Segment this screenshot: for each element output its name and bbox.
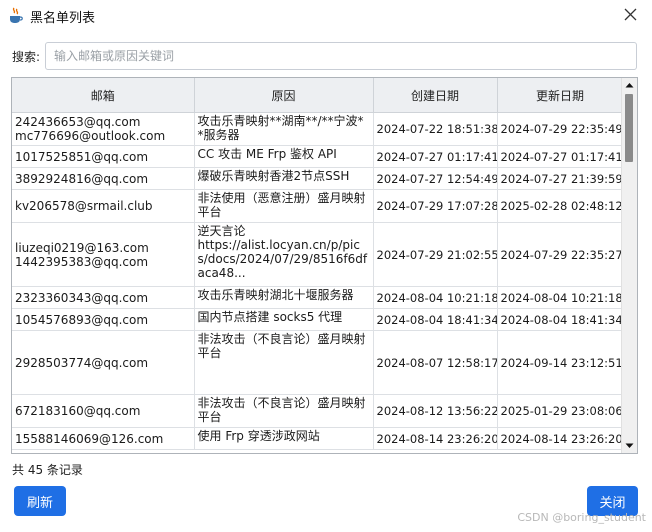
table-row[interactable]: kv206578@srmail.club 非法使用（恶意注册）盛月映射平台 2024… <box>12 189 624 223</box>
record-count: 共 45 条记录 <box>12 463 83 477</box>
close-window-button[interactable] <box>616 2 646 28</box>
scroll-down-arrow-icon[interactable] <box>622 438 637 453</box>
cell-updated-date: 2024-07-27 01:17:41 <box>497 145 624 168</box>
window-title: 黑名单列表 <box>30 11 96 26</box>
cell-reason: 使用 Frp 穿透涉政网站 <box>194 427 374 450</box>
search-label: 搜索: <box>12 50 41 64</box>
table-row[interactable]: 672183160@qq.com 非法攻击（不良言论）盛月映射平台 2024-08-… <box>12 394 624 428</box>
email-text: 15588146069@126.com <box>15 431 164 446</box>
column-header-created[interactable]: 创建日期 <box>373 78 498 113</box>
cell-email: 242436653@qq.com mc776696@outlook.com <box>12 112 195 146</box>
cell-created-date: 2024-07-27 12:54:49 <box>373 167 498 190</box>
watermark: CSDN @boring_student <box>517 511 646 524</box>
vertical-scrollbar[interactable] <box>621 78 637 453</box>
table-row[interactable]: 1054576893@qq.com 国内节点搭建 socks5 代理 2024-08… <box>12 308 624 331</box>
reason-text: 逆天言论 https://alist.locyan.cn/p/pics/docs… <box>197 224 368 280</box>
table-row[interactable]: 15588146069@126.com 使用 Frp 穿透涉政网站 2024-08-… <box>12 427 624 450</box>
cell-created-date: 2024-07-27 01:17:41 <box>373 145 498 168</box>
cell-reason: 国内节点搭建 socks5 代理 <box>194 308 374 331</box>
cell-email: liuzeqi0219@163.com 1442395383@qq.com <box>12 222 195 287</box>
blacklist-grid: 邮箱 原因 创建日期 更新日期 242436653@qq.com mc776696… <box>12 78 624 450</box>
cell-email: kv206578@srmail.club <box>12 189 195 223</box>
email-text: liuzeqi0219@163.com <box>15 240 149 255</box>
column-header-reason[interactable]: 原因 <box>194 78 374 113</box>
email-text: kv206578@srmail.club <box>15 199 153 213</box>
reason-text: 非法攻击（不良言论）盛月映射平台 <box>197 396 366 424</box>
table-row[interactable]: liuzeqi0219@163.com 1442395383@qq.com 逆天言论… <box>12 222 624 287</box>
cell-created-date: 2024-07-29 21:02:55 <box>373 222 498 287</box>
reason-text: 爆破乐青映射香港2节点SSH <box>197 169 350 183</box>
email-text: mc776696@outlook.com <box>15 129 166 143</box>
title-bar: 黑名单列表 <box>0 0 652 32</box>
scroll-up-arrow-icon[interactable] <box>622 78 637 93</box>
close-icon <box>624 8 637 21</box>
reason-text: CC 攻击 ME Frp 鉴权 API <box>197 147 337 161</box>
cell-updated-date: 2024-08-04 18:41:34 <box>497 308 624 331</box>
cell-reason: 非法使用（恶意注册）盛月映射平台 <box>194 189 374 223</box>
cell-created-date: 2024-07-22 18:51:38 <box>373 112 498 146</box>
cell-reason: CC 攻击 ME Frp 鉴权 API <box>194 145 374 168</box>
email-text: 3892924816@qq.com <box>15 171 149 186</box>
reason-text: 国内节点搭建 socks5 代理 <box>197 310 343 324</box>
table-row[interactable]: 2928503774@qq.com 非法攻击（不良言论）盛月映射平台 2024-08… <box>12 330 624 395</box>
cell-created-date: 2024-08-14 23:26:20 <box>373 427 498 450</box>
table-row[interactable]: 2323360343@qq.com 攻击乐青映射湖北十堰服务器 2024-08-04… <box>12 286 624 309</box>
cell-created-date: 2024-07-29 17:07:28 <box>373 189 498 223</box>
cell-updated-date: 2024-07-27 21:39:59 <box>497 167 624 190</box>
refresh-button[interactable]: 刷新 <box>14 486 66 516</box>
cell-reason: 爆破乐青映射香港2节点SSH <box>194 167 374 190</box>
cell-email: 1054576893@qq.com <box>12 308 195 331</box>
cell-updated-date: 2024-08-04 10:21:18 <box>497 286 624 309</box>
cell-created-date: 2024-08-04 10:21:18 <box>373 286 498 309</box>
column-header-email[interactable]: 邮箱 <box>12 78 195 113</box>
cell-created-date: 2024-08-07 12:58:17 <box>373 330 498 395</box>
email-text: 672183160@qq.com <box>15 404 141 418</box>
cell-email: 2323360343@qq.com <box>12 286 195 309</box>
cell-reason: 攻击乐青映射**湖南**/**宁波**服务器 <box>194 112 374 146</box>
cell-email: 672183160@qq.com <box>12 394 195 428</box>
cell-updated-date: 2024-07-29 22:35:49 <box>497 112 624 146</box>
email-text: 1017525851@qq.com <box>15 149 149 164</box>
cell-email: 1017525851@qq.com <box>12 145 195 168</box>
table-header-row: 邮箱 原因 创建日期 更新日期 <box>12 78 624 113</box>
cell-email: 15588146069@126.com <box>12 427 195 450</box>
cell-updated-date: 2025-01-29 23:08:06 <box>497 394 624 428</box>
reason-text: 非法攻击（不良言论）盛月映射平台 <box>197 332 366 360</box>
scrollbar-thumb[interactable] <box>625 94 633 162</box>
table-row[interactable]: 3892924816@qq.com 爆破乐青映射香港2节点SSH 2024-07-2… <box>12 167 624 190</box>
cell-reason: 攻击乐青映射湖北十堰服务器 <box>194 286 374 309</box>
cell-updated-date: 2024-07-29 22:35:27 <box>497 222 624 287</box>
java-coffee-icon <box>7 7 25 25</box>
cell-created-date: 2024-08-12 13:56:22 <box>373 394 498 428</box>
cell-email: 2928503774@qq.com <box>12 330 195 395</box>
email-text: 242436653@qq.com <box>15 115 141 129</box>
reason-text: 使用 Frp 穿透涉政网站 <box>197 429 320 443</box>
email-text: 2323360343@qq.com <box>15 290 149 305</box>
reason-text: 攻击乐青映射**湖南**/**宁波**服务器 <box>197 114 364 142</box>
email-text: 2928503774@qq.com <box>15 355 149 370</box>
cell-updated-date: 2024-08-14 23:26:20 <box>497 427 624 450</box>
cell-updated-date: 2024-09-14 23:12:51 <box>497 330 624 395</box>
cell-updated-date: 2025-02-28 02:48:12 <box>497 189 624 223</box>
column-header-updated[interactable]: 更新日期 <box>497 78 624 113</box>
cell-reason: 逆天言论 https://alist.locyan.cn/p/pics/docs… <box>194 222 374 287</box>
cell-reason: 非法攻击（不良言论）盛月映射平台 <box>194 394 374 428</box>
blacklist-table: 邮箱 原因 创建日期 更新日期 242436653@qq.com mc776696… <box>11 77 638 454</box>
email-text: 1054576893@qq.com <box>15 312 149 327</box>
table-row[interactable]: 1017525851@qq.com CC 攻击 ME Frp 鉴权 API 2024… <box>12 145 624 168</box>
reason-text: 攻击乐青映射湖北十堰服务器 <box>197 288 354 302</box>
cell-reason: 非法攻击（不良言论）盛月映射平台 <box>194 330 374 395</box>
search-input[interactable] <box>45 42 637 70</box>
reason-text: 非法使用（恶意注册）盛月映射平台 <box>197 191 366 219</box>
email-text: 1442395383@qq.com <box>15 254 149 269</box>
table-row[interactable]: 242436653@qq.com mc776696@outlook.com 攻击乐青… <box>12 112 624 146</box>
cell-email: 3892924816@qq.com <box>12 167 195 190</box>
cell-created-date: 2024-08-04 18:41:34 <box>373 308 498 331</box>
